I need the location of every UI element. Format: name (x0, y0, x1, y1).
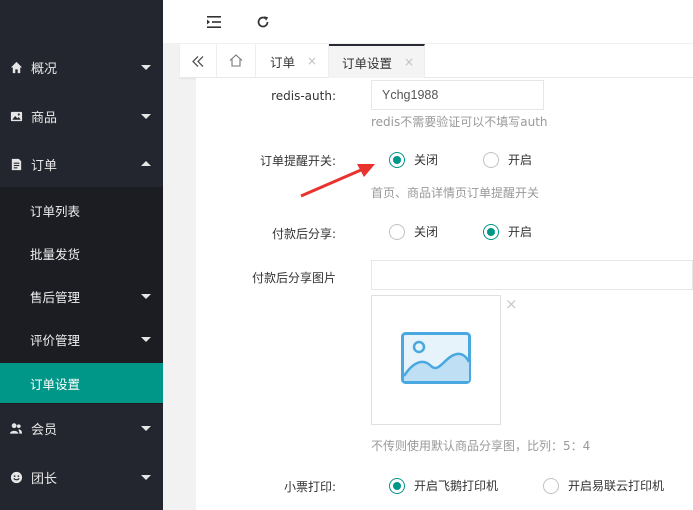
order-reminder-on-radio[interactable]: 开启 (483, 151, 532, 168)
tab-label: 订单设置 (342, 55, 393, 71)
order-reminder-off-radio[interactable]: 关闭 (389, 151, 438, 168)
redis-auth-hint: redis不需要验证可以不填写auth (371, 115, 548, 129)
sidebar-logo-area (0, 0, 163, 44)
tab-home[interactable] (217, 44, 256, 78)
sidebar-subitem-order-list[interactable]: 订单列表 (0, 190, 163, 230)
sidebar-item-products[interactable]: 商品 (0, 95, 163, 137)
radio-label: 开启 (508, 153, 533, 167)
home-icon (9, 60, 23, 74)
order-reminder-hint: 首页、商品详情页订单提醒开关 (371, 186, 540, 200)
ticket-print-yilianyun-radio[interactable]: 开启易联云打印机 (543, 477, 664, 494)
sidebar-item-label: 会员 (31, 422, 58, 438)
top-header (163, 0, 693, 44)
redis-auth-label: redis-auth: (271, 89, 336, 103)
chevron-up-icon (141, 161, 151, 166)
share-image-label: 付款后分享图片 (251, 271, 336, 285)
radio-label: 关闭 (414, 153, 439, 167)
close-icon[interactable]: × (307, 54, 317, 68)
sidebar-item-label: 商品 (31, 110, 58, 126)
document-icon (9, 157, 23, 171)
tab-label: 订单 (270, 54, 296, 70)
chevron-down-icon (141, 337, 151, 342)
sidebar-item-label: 订单 (31, 158, 58, 174)
share-image-hint: 不传则使用默认商品分享图，比列：5：4 (371, 439, 591, 453)
content-gutter-inner (180, 78, 196, 510)
chevron-down-icon (141, 114, 151, 119)
sidebar-subitem-after-sales[interactable]: 售后管理 (0, 276, 163, 316)
sidebar: 概况 商品 订单 订单列表 批量发货 售后管理 评价管理 订单设置 会员 团长 (0, 0, 163, 510)
sidebar-subitem-label: 订单设置 (30, 376, 81, 392)
chevron-down-icon (141, 65, 151, 70)
home-outline-icon (229, 52, 243, 71)
radio-label: 关闭 (414, 225, 439, 239)
chevron-down-icon (141, 426, 151, 431)
smile-icon (9, 470, 23, 484)
sidebar-item-label: 概况 (31, 61, 58, 77)
sidebar-item-label: 团长 (31, 471, 58, 487)
image-placeholder-icon (401, 332, 471, 388)
sidebar-subitem-batch-ship[interactable]: 批量发货 (0, 233, 163, 273)
sidebar-subitem-label: 订单列表 (30, 203, 81, 219)
radio-checked-icon (483, 223, 499, 240)
radio-unchecked-icon (543, 477, 559, 494)
image-icon (9, 109, 23, 123)
sidebar-subitem-reviews[interactable]: 评价管理 (0, 319, 163, 359)
refresh-icon[interactable] (253, 12, 273, 32)
content-gutter (163, 44, 180, 510)
radio-label: 开启飞鹅打印机 (414, 479, 499, 493)
radio-checked-icon (389, 477, 405, 494)
radio-unchecked-icon (389, 223, 405, 240)
share-after-pay-off-radio[interactable]: 关闭 (389, 223, 438, 240)
menu-collapse-icon[interactable] (204, 12, 224, 32)
users-icon (9, 421, 23, 435)
order-reminder-label: 订单提醒开关: (259, 154, 336, 168)
sidebar-subitem-label: 售后管理 (30, 289, 81, 305)
share-image-upload[interactable] (371, 295, 501, 425)
sidebar-item-orders[interactable]: 订单 (0, 143, 163, 185)
tabs-back-button[interactable] (180, 44, 217, 78)
share-image-url-input[interactable] (371, 260, 693, 290)
ticket-print-feie-radio[interactable]: 开启飞鹅打印机 (389, 477, 498, 494)
order-settings-form: redis-auth: Ychg1988 redis不需要验证可以不填写auth… (196, 78, 693, 510)
tab-bar: 订单 × 订单设置 × (180, 44, 693, 78)
radio-unchecked-icon (483, 151, 499, 168)
double-chevron-left-icon (192, 52, 204, 71)
sidebar-item-overview[interactable]: 概况 (0, 46, 163, 88)
chevron-down-icon (141, 475, 151, 480)
remove-image-icon[interactable]: × (505, 295, 518, 313)
sidebar-item-members[interactable]: 会员 (0, 407, 163, 449)
tab-order-settings[interactable]: 订单设置 × (329, 44, 425, 78)
sidebar-subitem-order-settings[interactable]: 订单设置 (0, 363, 163, 403)
sidebar-item-leaders[interactable]: 团长 (0, 456, 163, 498)
sidebar-subitem-label: 评价管理 (30, 332, 81, 348)
sidebar-subitem-label: 批量发货 (30, 246, 81, 262)
tab-orders[interactable]: 订单 × (256, 44, 329, 78)
share-after-pay-on-radio[interactable]: 开启 (483, 223, 532, 240)
ticket-print-label: 小票打印: (283, 480, 336, 494)
redis-auth-input[interactable]: Ychg1988 (371, 80, 544, 110)
radio-checked-icon (389, 151, 405, 168)
radio-label: 开启易联云打印机 (568, 479, 665, 493)
chevron-down-icon (141, 294, 151, 299)
radio-label: 开启 (508, 225, 533, 239)
close-icon[interactable]: × (404, 55, 414, 69)
share-after-pay-label: 付款后分享: (271, 227, 336, 241)
